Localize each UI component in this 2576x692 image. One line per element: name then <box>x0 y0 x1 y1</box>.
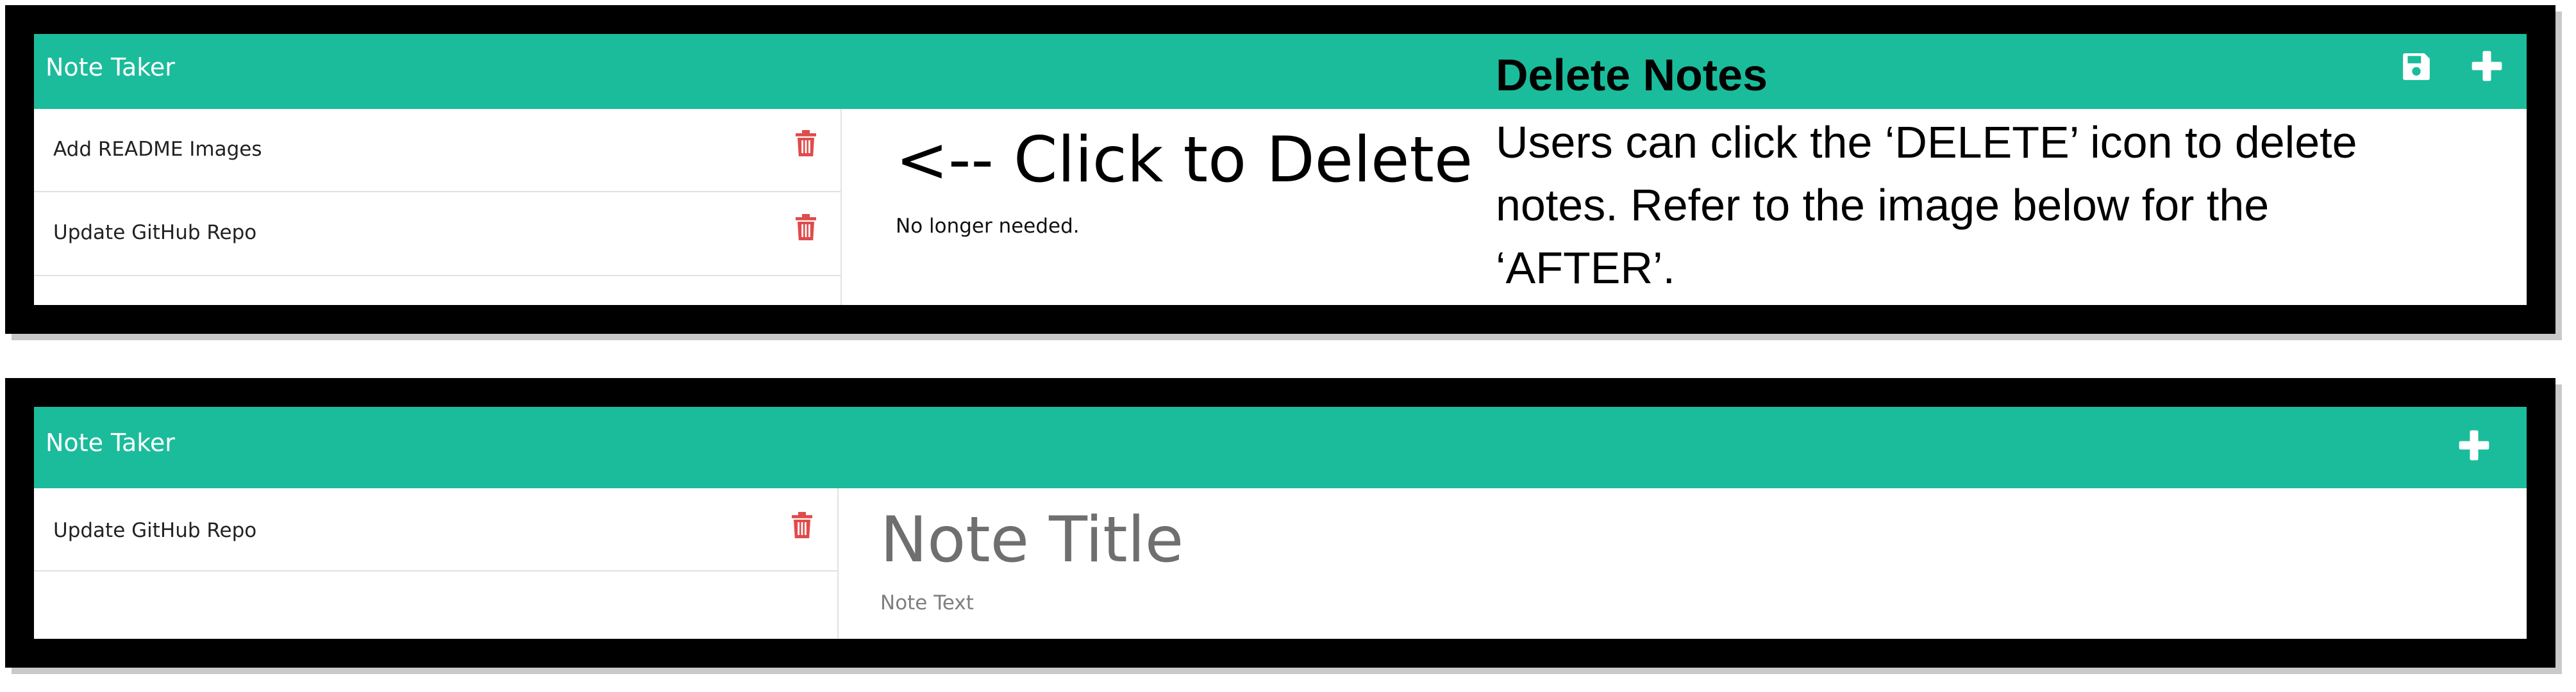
list-item[interactable]: Add README Images <box>34 109 841 192</box>
trash-icon[interactable] <box>794 129 817 158</box>
note-item-title: Update GitHub Repo <box>53 221 257 244</box>
list-item[interactable]: Update GitHub Repo <box>34 192 841 276</box>
after-navbar: Note Taker <box>34 407 2527 488</box>
list-item[interactable]: Update GitHub Repo <box>34 488 837 572</box>
save-icon[interactable] <box>2400 51 2432 83</box>
plus-icon[interactable] <box>2469 48 2505 84</box>
annotation-body: Users can click the ‘DELETE’ icon to del… <box>1496 117 2357 293</box>
after-app-screen: Note Taker Update GitHub Repo <box>34 407 2527 639</box>
plus-icon[interactable] <box>2456 427 2492 463</box>
note-text-input[interactable] <box>880 591 1906 630</box>
note-text[interactable]: No longer needed. <box>896 215 1080 238</box>
trash-icon[interactable] <box>794 213 817 242</box>
annotation-heading: Delete Notes <box>1496 50 1768 100</box>
app-title[interactable]: Note Taker <box>46 429 175 457</box>
after-panel: Note Taker Update GitHub Repo <box>5 378 2555 668</box>
after-sidebar: Update GitHub Repo <box>34 488 839 639</box>
before-navbar: Note Taker Delete Notes <box>34 34 2527 109</box>
before-sidebar: Add README Images Update GitHub Repo <box>34 109 842 305</box>
note-item-title: Add README Images <box>53 138 262 161</box>
note-title[interactable]: <-- Click to Delete <box>896 124 1473 197</box>
note-title-input[interactable] <box>880 502 1906 579</box>
before-panel: Note Taker Delete Notes Add README Image… <box>5 5 2555 334</box>
trash-icon[interactable] <box>790 511 814 540</box>
app-title[interactable]: Note Taker <box>46 53 175 81</box>
note-item-title: Update GitHub Repo <box>53 519 257 542</box>
before-app-screen: Note Taker Delete Notes Add README Image… <box>34 34 2527 305</box>
